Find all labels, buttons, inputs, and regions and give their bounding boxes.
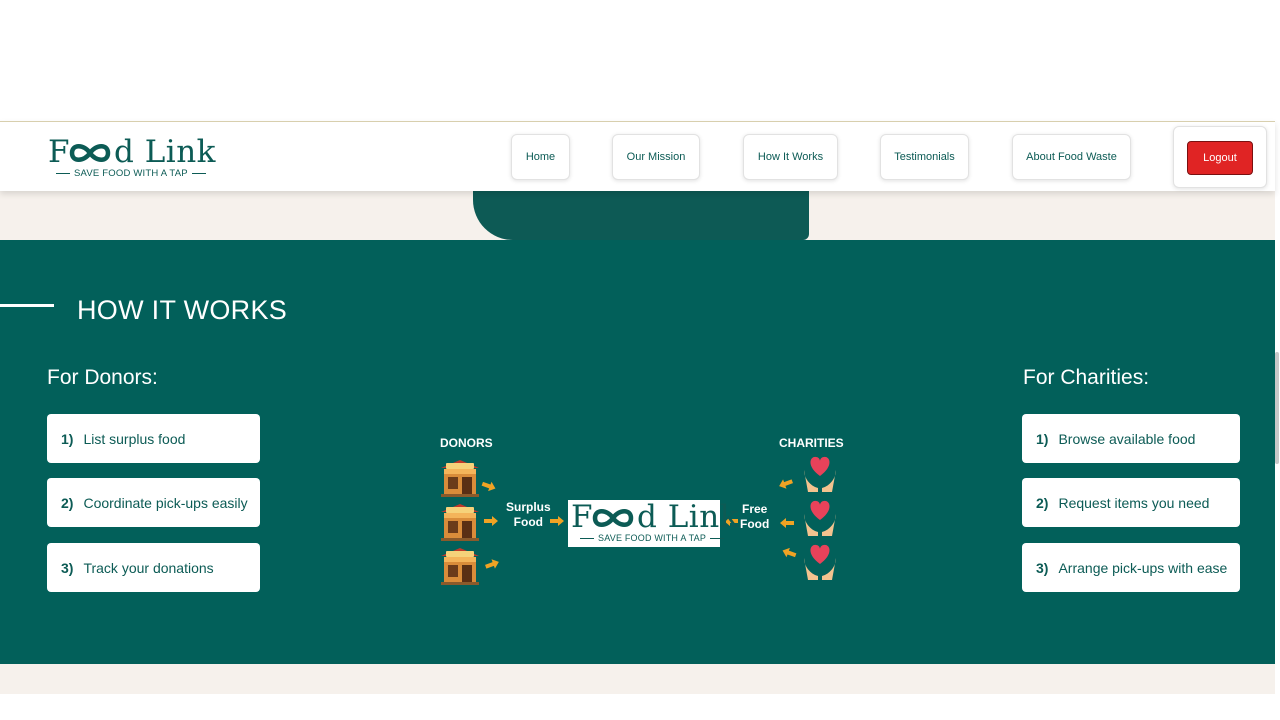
- step-text: Track your donations: [83, 559, 214, 576]
- section-title: HOW IT WORKS: [77, 295, 288, 325]
- arrow-icon: [484, 516, 498, 526]
- logo-tagline: SAVE FOOD WITH A TAP: [576, 533, 728, 543]
- brand-logo[interactable]: Fd Link SAVE FOOD WITH A TAP: [48, 134, 215, 180]
- arrow-icon: [777, 476, 794, 491]
- step-number: 1): [1036, 430, 1049, 447]
- bakery-icon: [441, 504, 479, 541]
- scrollbar-thumb[interactable]: [1275, 352, 1279, 464]
- arrow-icon: [484, 557, 501, 572]
- donor-step-1: 1) List surplus food: [47, 414, 260, 463]
- nav-our-mission[interactable]: Our Mission: [612, 134, 700, 180]
- arrow-icon: [550, 516, 564, 526]
- arrow-icon: [780, 545, 798, 560]
- free-line-1: Free: [741, 502, 768, 516]
- step-number: 2): [61, 494, 74, 511]
- arrow-icon: [780, 518, 794, 528]
- heart-hands-icon: [804, 500, 836, 536]
- free-line-2: Food: [740, 517, 770, 531]
- step-number: 2): [1036, 494, 1049, 511]
- step-text: List surplus food: [83, 430, 186, 447]
- center-logo: Fd Link SAVE FOOD WITH A TAP: [568, 499, 738, 547]
- bakery-icon: [441, 548, 479, 585]
- top-blank-area: [0, 0, 1280, 121]
- hero-image-fragment: [473, 190, 809, 240]
- nav-testimonials[interactable]: Testimonials: [880, 134, 969, 180]
- step-text: Arrange pick-ups with ease: [1058, 559, 1228, 576]
- step-text: Request items you need: [1058, 494, 1210, 511]
- step-number: 3): [61, 559, 74, 576]
- nav-home[interactable]: Home: [511, 134, 570, 180]
- charity-step-3: 3) Arrange pick-ups with ease: [1022, 543, 1240, 592]
- step-number: 3): [1036, 559, 1049, 576]
- charities-column-title: For Charities:: [1023, 366, 1150, 389]
- infinity-icon: [69, 144, 111, 162]
- free-food-label: Free Food: [740, 502, 769, 532]
- nav-about-food-waste[interactable]: About Food Waste: [1012, 134, 1131, 180]
- navbar: Fd Link SAVE FOOD WITH A TAP Home Our Mi…: [0, 121, 1275, 191]
- logout-container: Logout: [1173, 126, 1267, 188]
- charity-step-1: 1) Browse available food: [1022, 414, 1240, 463]
- flow-diagram: DONORS CHARITIES Surplus Food F d Link S…: [436, 430, 856, 590]
- nav-how-it-works[interactable]: How It Works: [743, 134, 838, 180]
- surplus-food-label: Surplus Food: [506, 500, 551, 530]
- how-it-works-section: HOW IT WORKS For Donors: 1) List surplus…: [0, 240, 1275, 664]
- surplus-line-2: Food: [513, 515, 543, 529]
- heart-hands-icon: [804, 544, 836, 580]
- heart-hands-icon: [804, 456, 836, 492]
- hero-image-strip: [0, 190, 1275, 240]
- section-title-line: [0, 304, 54, 307]
- step-number: 1): [61, 430, 74, 447]
- step-text: Browse available food: [1058, 430, 1196, 447]
- donors-column-title: For Donors:: [47, 366, 158, 389]
- bakery-icon: [441, 460, 479, 497]
- arrow-icon: [480, 479, 498, 494]
- donor-step-2: 2) Coordinate pick-ups easily: [47, 478, 260, 527]
- donor-step-3: 3) Track your donations: [47, 543, 260, 592]
- surplus-line-1: Surplus: [506, 500, 551, 514]
- charity-step-2: 2) Request items you need: [1022, 478, 1240, 527]
- next-section-strip: [0, 664, 1275, 694]
- logout-button[interactable]: Logout: [1187, 141, 1253, 175]
- infinity-icon: [592, 509, 634, 527]
- logo-tagline: SAVE FOOD WITH A TAP: [52, 168, 210, 179]
- step-text: Coordinate pick-ups easily: [83, 494, 248, 511]
